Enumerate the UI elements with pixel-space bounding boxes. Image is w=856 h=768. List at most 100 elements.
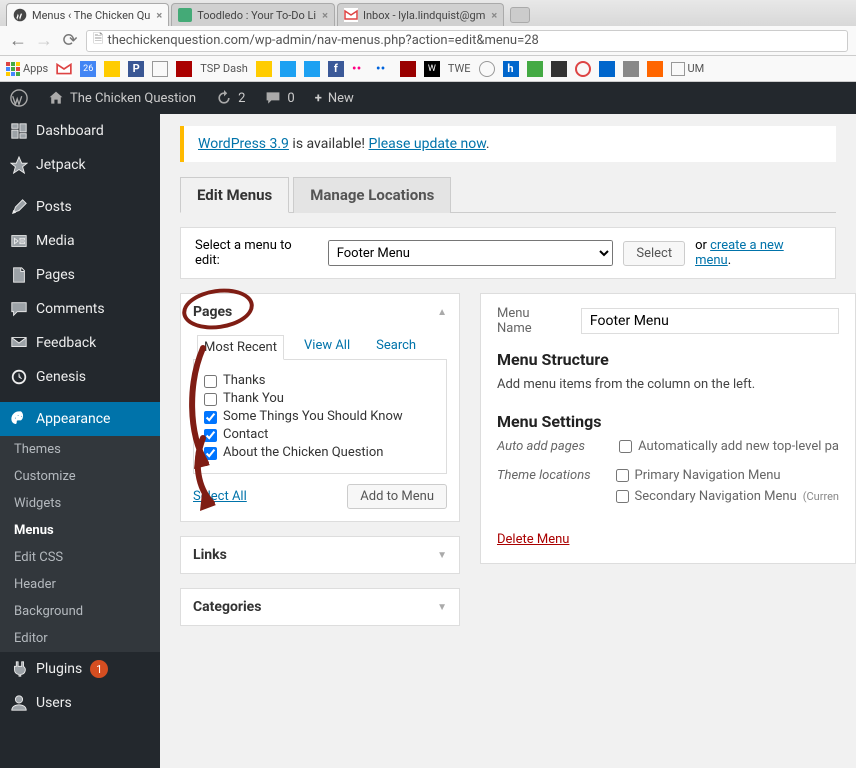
back-button[interactable]: ← <box>8 30 28 51</box>
sidebar-sub-edit-css[interactable]: Edit CSS <box>0 544 160 571</box>
sidebar-item-plugins[interactable]: Plugins1 <box>0 652 160 686</box>
bookmark-icon[interactable] <box>304 61 320 77</box>
bookmark-icon[interactable]: P <box>128 61 144 77</box>
links-metabox-toggle[interactable]: Links ▼ <box>181 537 459 573</box>
subtab-search[interactable]: Search <box>370 334 422 359</box>
select-all-link[interactable]: Select All <box>193 489 247 504</box>
wp-logo[interactable] <box>0 82 38 114</box>
sidebar-sub-header[interactable]: Header <box>0 571 160 598</box>
close-icon[interactable]: × <box>156 9 162 22</box>
browser-tab-active[interactable]: Menus ‹ The Chicken Qu × <box>6 3 169 26</box>
forward-button[interactable]: → <box>34 30 54 51</box>
bookmark-icon[interactable] <box>551 61 567 77</box>
sidebar-sub-menus[interactable]: Menus <box>0 517 160 544</box>
menu-name-input[interactable] <box>581 308 839 334</box>
updates-link[interactable]: 2 <box>206 82 255 114</box>
sidebar-item-media[interactable]: Media <box>0 224 160 258</box>
sidebar-item-pages[interactable]: Pages <box>0 258 160 292</box>
location-primary[interactable]: Primary Navigation Menu <box>616 468 839 483</box>
new-tab-button[interactable] <box>510 7 530 23</box>
select-button[interactable]: Select <box>623 241 685 266</box>
address-bar[interactable]: 🗎 thechickenquestion.com/wp-admin/nav-me… <box>86 30 848 52</box>
bookmark-icon[interactable] <box>647 61 663 77</box>
close-icon[interactable]: × <box>322 9 328 22</box>
browser-tab[interactable]: Inbox - lyla.lindquist@gm × <box>337 3 504 26</box>
location-checkbox[interactable] <box>616 490 629 503</box>
bookmark-item[interactable]: UM <box>671 62 705 76</box>
reload-button[interactable]: ⟳ <box>60 30 80 51</box>
plus-icon: + <box>315 91 322 106</box>
sidebar-item-jetpack[interactable]: Jetpack <box>0 148 160 182</box>
bookmark-item[interactable]: TWE <box>448 62 471 75</box>
page-item[interactable]: Contact <box>204 427 436 442</box>
categories-metabox-toggle[interactable]: Categories ▼ <box>181 589 459 625</box>
comments-link[interactable]: 0 <box>255 82 304 114</box>
bookmark-icon[interactable] <box>56 61 72 77</box>
bookmark-item[interactable]: TSP Dash <box>200 62 248 75</box>
bookmark-icon[interactable] <box>479 61 495 77</box>
page-checkbox[interactable] <box>204 411 217 424</box>
page-item[interactable]: Some Things You Should Know <box>204 409 436 424</box>
sidebar-item-comments[interactable]: Comments <box>0 292 160 326</box>
sidebar-sub-themes[interactable]: Themes <box>0 436 160 463</box>
location-checkbox[interactable] <box>616 469 629 482</box>
bookmark-icon[interactable]: W <box>424 61 440 77</box>
close-icon[interactable]: × <box>491 9 497 22</box>
pages-metabox-toggle[interactable]: Pages ▲ <box>181 294 459 330</box>
sidebar-item-appearance[interactable]: Appearance <box>0 402 160 436</box>
feedback-icon <box>10 334 28 352</box>
bookmark-icon[interactable] <box>176 61 192 77</box>
sidebar-sub-customize[interactable]: Customize <box>0 463 160 490</box>
page-checkbox[interactable] <box>204 429 217 442</box>
bookmark-icon[interactable] <box>623 61 639 77</box>
page-item[interactable]: Thanks <box>204 373 436 388</box>
bookmark-icon[interactable]: •• <box>352 61 368 77</box>
sidebar-item-feedback[interactable]: Feedback <box>0 326 160 360</box>
tab-edit-menus[interactable]: Edit Menus <box>180 177 289 213</box>
subtab-recent[interactable]: Most Recent <box>197 335 284 360</box>
bookmark-icon[interactable] <box>152 61 168 77</box>
browser-tab[interactable]: Toodledo : Your To-Do Li × <box>171 3 335 26</box>
sidebar-sub-background[interactable]: Background <box>0 598 160 625</box>
update-now-link[interactable]: Please update now <box>369 136 486 152</box>
comment-icon <box>265 90 281 106</box>
bookmark-icon[interactable]: h <box>503 61 519 77</box>
page-item[interactable]: About the Chicken Question <box>204 445 436 460</box>
page-item[interactable]: Thank You <box>204 391 436 406</box>
sidebar-item-dashboard[interactable]: Dashboard <box>0 114 160 148</box>
chevron-down-icon: ▼ <box>437 550 447 561</box>
bookmark-icon[interactable] <box>104 61 120 77</box>
page-checkbox[interactable] <box>204 375 217 388</box>
bookmark-icon[interactable] <box>280 61 296 77</box>
page-checkbox[interactable] <box>204 393 217 406</box>
bookmark-icon[interactable] <box>527 61 543 77</box>
new-link[interactable]: + New <box>305 82 364 114</box>
add-to-menu-button[interactable]: Add to Menu <box>347 484 447 509</box>
bookmark-icon[interactable] <box>575 61 591 77</box>
bookmark-icon[interactable] <box>599 61 615 77</box>
tab-manage-locations[interactable]: Manage Locations <box>293 177 451 213</box>
bookmark-icon[interactable] <box>256 61 272 77</box>
menu-select[interactable]: Footer Menu <box>328 240 614 266</box>
delete-menu-link[interactable]: Delete Menu <box>497 532 569 547</box>
categories-metabox: Categories ▼ <box>180 588 460 626</box>
bookmark-icon[interactable]: •• <box>376 61 392 77</box>
page-checkbox[interactable] <box>204 447 217 460</box>
url-text: thechickenquestion.com/wp-admin/nav-menu… <box>107 33 538 48</box>
sidebar-item-genesis[interactable]: Genesis <box>0 360 160 394</box>
auto-add-option[interactable]: Automatically add new top-level pa <box>619 439 839 454</box>
wp-version-link[interactable]: WordPress 3.9 <box>198 136 289 152</box>
sidebar-sub-editor[interactable]: Editor <box>0 625 160 652</box>
sidebar-sub-widgets[interactable]: Widgets <box>0 490 160 517</box>
admin-sidebar: DashboardJetpack PostsMediaPagesCommentsF… <box>0 114 160 768</box>
site-link[interactable]: The Chicken Question <box>38 82 206 114</box>
subtab-view-all[interactable]: View All <box>298 334 356 359</box>
sidebar-item-posts[interactable]: Posts <box>0 190 160 224</box>
sidebar-item-users[interactable]: Users <box>0 686 160 720</box>
auto-add-checkbox[interactable] <box>619 440 632 453</box>
bookmark-icon[interactable] <box>400 61 416 77</box>
apps-button[interactable]: Apps <box>6 62 48 76</box>
bookmark-icon[interactable]: 26 <box>80 61 96 77</box>
location-secondary[interactable]: Secondary Navigation Menu (Curren <box>616 489 839 504</box>
bookmark-icon[interactable]: f <box>328 61 344 77</box>
